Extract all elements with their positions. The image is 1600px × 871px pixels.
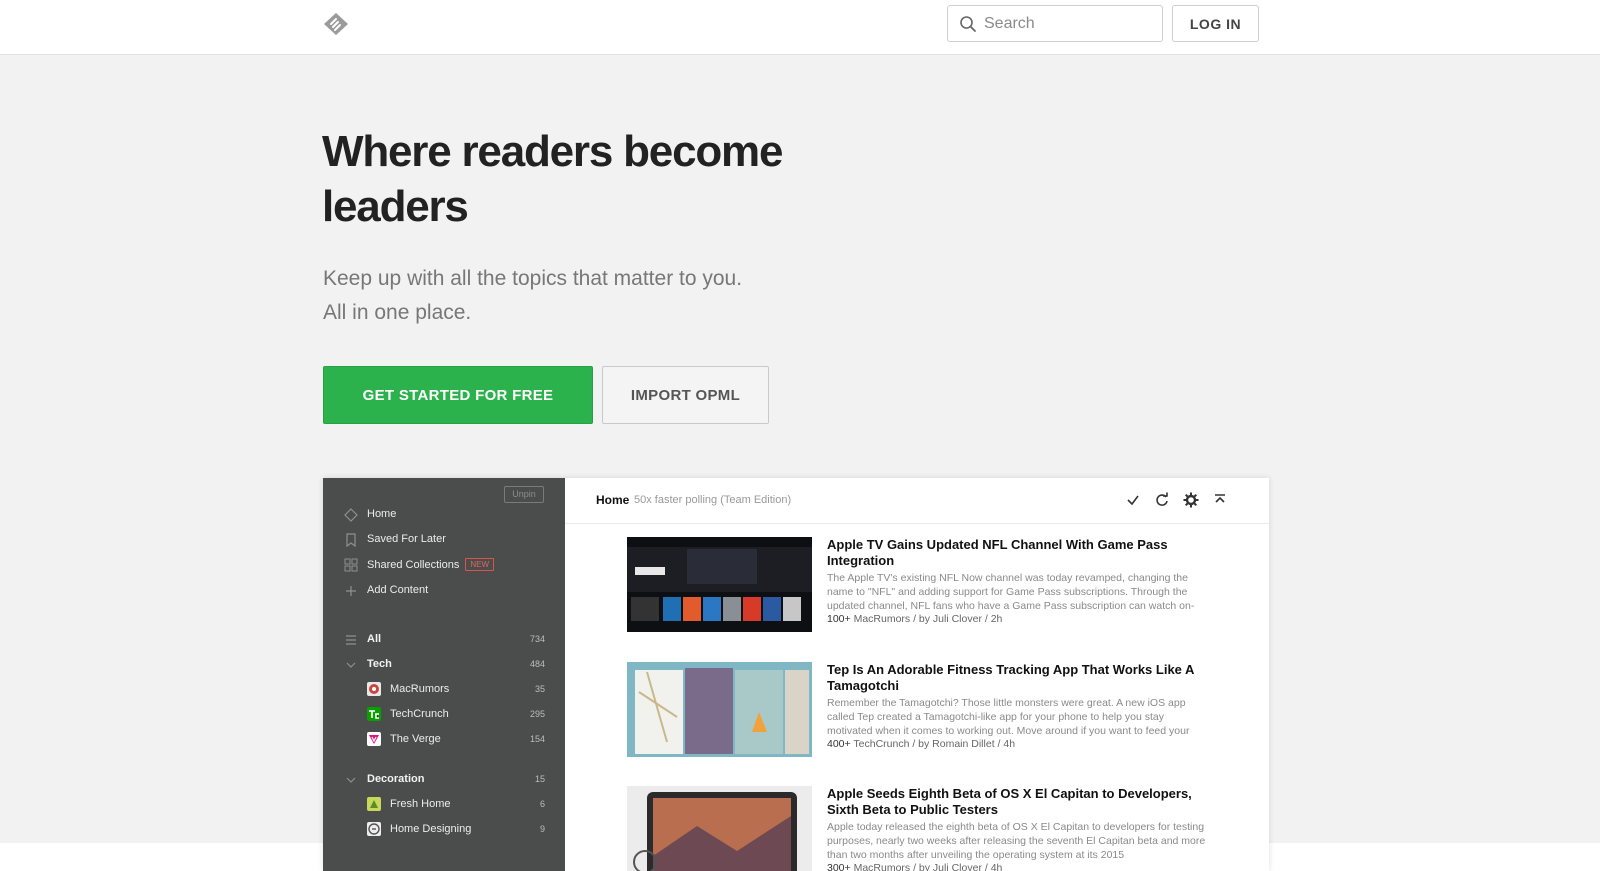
unread-count: 9 bbox=[539, 824, 545, 834]
collapse-up-icon[interactable] bbox=[1211, 491, 1229, 509]
sidebar-item-all[interactable]: All 734 bbox=[323, 630, 565, 650]
sidebar-feed-the-verge[interactable]: The Verge 154 bbox=[323, 730, 565, 750]
article-item[interactable]: Tep Is An Adorable Fitness Tracking App … bbox=[627, 662, 1247, 762]
chevron-down-icon[interactable] bbox=[344, 658, 358, 672]
feedly-logo-icon[interactable] bbox=[322, 12, 350, 36]
sidebar-item-saved-for-later[interactable]: Saved For Later bbox=[323, 530, 565, 550]
article-meta: 100+ MacRumors / by Juli Clover / 2h bbox=[827, 613, 1212, 625]
article-thumbnail[interactable] bbox=[627, 786, 812, 871]
sidebar-item-label: Saved For Later bbox=[367, 533, 446, 545]
article-item[interactable]: Apple TV Gains Updated NFL Channel With … bbox=[627, 537, 1247, 637]
list-icon bbox=[344, 633, 358, 647]
settings-icon[interactable] bbox=[1182, 491, 1200, 509]
sidebar-item-label: Add Content bbox=[367, 584, 429, 596]
app-preview: Unpin Home Saved For Later Shared Collec… bbox=[323, 478, 1269, 871]
article-source: TechCrunch / by Romain Dillet / 4h bbox=[850, 738, 1016, 750]
sidebar-feed-techcrunch[interactable]: TechCrunch 295 bbox=[323, 705, 565, 725]
sidebar-category-tech[interactable]: Tech 484 bbox=[323, 655, 565, 675]
sidebar-item-label: Home Designing bbox=[390, 823, 472, 835]
new-badge: NEW bbox=[465, 558, 495, 571]
sidebar-item-shared-collections[interactable]: Shared Collections NEW bbox=[323, 555, 565, 575]
unread-count: 6 bbox=[539, 799, 545, 809]
unread-count: 15 bbox=[534, 774, 545, 784]
macrumors-favicon-icon bbox=[367, 682, 381, 696]
sidebar-category-decoration[interactable]: Decoration 15 bbox=[323, 770, 565, 790]
get-started-button[interactable]: GET STARTED FOR FREE bbox=[323, 366, 593, 424]
techcrunch-favicon-icon bbox=[367, 707, 381, 721]
sidebar-item-label: The Verge bbox=[390, 733, 441, 745]
sidebar-feed-home-designing[interactable]: Home Designing 9 bbox=[323, 820, 565, 840]
article-summary: The Apple TV's existing NFL Now channel … bbox=[827, 572, 1195, 612]
article-meta: 300+ MacRumors / by Juli Clover / 4h bbox=[827, 862, 1212, 871]
sidebar-item-home[interactable]: Home bbox=[323, 505, 565, 525]
import-opml-button[interactable]: IMPORT OPML bbox=[602, 366, 769, 424]
sidebar-item-label: TechCrunch bbox=[390, 708, 449, 720]
article-source: MacRumors / by Juli Clover / 4h bbox=[850, 862, 1003, 871]
shared-collections-label: Shared Collections bbox=[367, 559, 460, 571]
unread-count: 484 bbox=[529, 659, 545, 669]
article-thumbnail[interactable] bbox=[627, 662, 812, 757]
home-icon bbox=[344, 508, 358, 522]
unread-count: 295 bbox=[529, 709, 545, 719]
grid-icon bbox=[344, 558, 358, 572]
chevron-down-icon[interactable] bbox=[344, 773, 358, 787]
sidebar-feed-fresh-home[interactable]: Fresh Home 6 bbox=[323, 795, 565, 815]
unread-count: 154 bbox=[529, 734, 545, 744]
sidebar-item-label: MacRumors bbox=[390, 683, 450, 695]
sidebar-item-label: Shared Collections NEW bbox=[367, 558, 495, 571]
feed-title: Home bbox=[596, 493, 630, 507]
check-icon[interactable] bbox=[1124, 491, 1142, 509]
feed-header: Home 50x faster polling (Team Edition) bbox=[565, 478, 1269, 524]
sidebar-item-label: Tech bbox=[367, 658, 392, 670]
sidebar-item-label: Fresh Home bbox=[390, 798, 451, 810]
popularity-count: 100+ bbox=[827, 613, 851, 625]
article-title[interactable]: Tep Is An Adorable Fitness Tracking App … bbox=[827, 662, 1212, 694]
article-meta: 400+ TechCrunch / by Romain Dillet / 4h bbox=[827, 738, 1212, 750]
search-icon bbox=[960, 16, 976, 32]
sidebar-item-label: Home bbox=[367, 508, 397, 520]
feed-subtitle: 50x faster polling (Team Edition) bbox=[634, 494, 792, 506]
unpin-button[interactable]: Unpin bbox=[504, 486, 544, 503]
login-button[interactable]: LOG IN bbox=[1172, 5, 1259, 42]
refresh-icon[interactable] bbox=[1153, 491, 1171, 509]
plus-icon bbox=[344, 584, 358, 598]
article-item[interactable]: Apple Seeds Eighth Beta of OS X El Capit… bbox=[627, 786, 1247, 871]
unread-count: 734 bbox=[529, 634, 545, 644]
article-title[interactable]: Apple Seeds Eighth Beta of OS X El Capit… bbox=[827, 786, 1212, 818]
hero-subtitle: Keep up with all the topics that matter … bbox=[323, 262, 843, 330]
popularity-count: 300+ bbox=[827, 862, 851, 871]
article-title[interactable]: Apple TV Gains Updated NFL Channel With … bbox=[827, 537, 1212, 569]
search-input[interactable] bbox=[984, 6, 1159, 41]
fresh-home-favicon-icon bbox=[367, 797, 381, 811]
sidebar-item-add-content[interactable]: Add Content bbox=[323, 581, 565, 601]
hero-subtitle-line-2: All in one place. bbox=[323, 301, 472, 324]
article-thumbnail[interactable] bbox=[627, 537, 812, 632]
sidebar-feed-macrumors[interactable]: MacRumors 35 bbox=[323, 680, 565, 700]
sidebar: Unpin Home Saved For Later Shared Collec… bbox=[323, 478, 565, 871]
home-designing-favicon-icon bbox=[367, 822, 381, 836]
search-box[interactable] bbox=[947, 5, 1163, 42]
popularity-count: 400+ bbox=[827, 738, 851, 750]
article-summary: Remember the Tamagotchi? Those little mo… bbox=[827, 697, 1190, 737]
hero-subtitle-line-1: Keep up with all the topics that matter … bbox=[323, 267, 743, 290]
sidebar-item-label: All bbox=[367, 633, 382, 645]
feed-panel: Home 50x faster polling (Team Edition) A… bbox=[565, 478, 1269, 871]
unread-count: 35 bbox=[534, 684, 545, 694]
article-source: MacRumors / by Juli Clover / 2h bbox=[850, 613, 1003, 625]
article-summary: Apple today released the eighth beta of … bbox=[827, 821, 1206, 861]
the-verge-favicon-icon bbox=[367, 732, 381, 746]
top-bar: LOG IN bbox=[0, 0, 1600, 55]
bookmark-icon bbox=[344, 533, 358, 548]
hero-title: Where readers become leaders bbox=[322, 127, 783, 231]
sidebar-item-label: Decoration bbox=[367, 773, 425, 785]
